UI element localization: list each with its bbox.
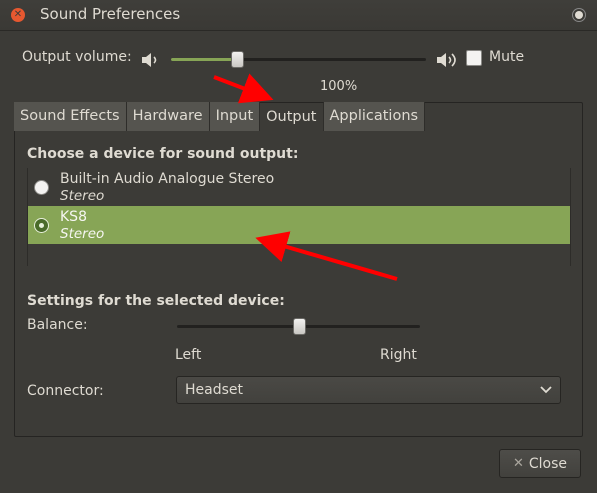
- balance-slider[interactable]: [177, 318, 420, 335]
- tab-input[interactable]: Input: [209, 102, 261, 131]
- close-button[interactable]: ✕ Close: [499, 449, 581, 478]
- tab-output[interactable]: Output: [260, 102, 324, 131]
- window-title: Sound Preferences: [40, 5, 181, 23]
- balance-label: Balance:: [27, 317, 88, 333]
- window-menu-icon[interactable]: [575, 11, 583, 19]
- output-device-list: Built-in Audio Analogue Stereo Stereo KS…: [27, 168, 571, 266]
- tab-sound-effects[interactable]: Sound Effects: [14, 102, 127, 131]
- mute-label[interactable]: Mute: [489, 49, 524, 65]
- title-bar: ✕ Sound Preferences: [0, 0, 597, 31]
- balance-left-label: Left: [175, 347, 202, 363]
- connector-dropdown[interactable]: Headset: [176, 376, 561, 404]
- annotation-arrow-output-tab: [213, 73, 274, 104]
- close-button-label: Close: [528, 455, 568, 472]
- close-x-icon: ✕: [512, 456, 524, 471]
- tab-applications[interactable]: Applications: [323, 102, 426, 131]
- speaker-high-icon: [437, 53, 456, 67]
- connector-label: Connector:: [27, 383, 104, 399]
- device-row-builtin[interactable]: Built-in Audio Analogue Stereo Stereo: [28, 168, 570, 206]
- chevron-down-icon: [540, 386, 552, 394]
- device-radio-ks8[interactable]: [34, 218, 49, 233]
- speaker-low-icon: [142, 53, 157, 67]
- device-profile: Stereo: [60, 188, 105, 204]
- device-row-ks8[interactable]: KS8 Stereo: [28, 206, 570, 244]
- connector-value: Headset: [185, 382, 244, 398]
- balance-right-label: Right: [380, 347, 417, 363]
- volume-slider-handle[interactable]: [230, 51, 244, 68]
- window-close-icon[interactable]: ✕: [11, 8, 25, 22]
- device-settings-heading: Settings for the selected device:: [27, 293, 285, 309]
- choose-device-heading: Choose a device for sound output:: [27, 146, 299, 162]
- mute-checkbox[interactable]: [466, 50, 482, 66]
- volume-percent: 100%: [320, 79, 358, 94]
- output-volume-slider[interactable]: [171, 51, 426, 68]
- device-name: Built-in Audio Analogue Stereo: [60, 171, 275, 187]
- tab-hardware[interactable]: Hardware: [126, 102, 210, 131]
- output-volume-label: Output volume:: [22, 49, 132, 65]
- device-name: KS8: [60, 209, 87, 225]
- device-profile: Stereo: [60, 226, 105, 242]
- device-radio-builtin[interactable]: [34, 180, 49, 195]
- tab-bar: Sound Effects Hardware Input Output Appl…: [14, 102, 426, 131]
- volume-slider-fill: [171, 58, 237, 61]
- balance-slider-handle[interactable]: [292, 318, 306, 335]
